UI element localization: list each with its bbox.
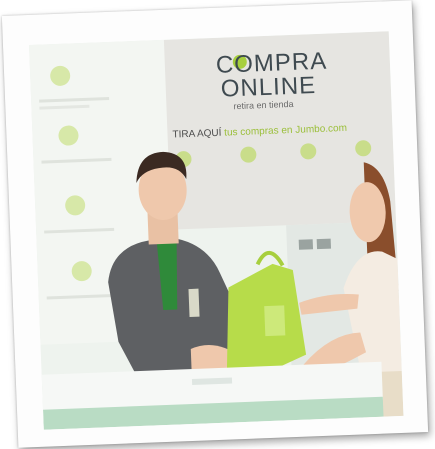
photo-scene [28,31,404,430]
wall-switch [298,239,314,250]
clerk-badge [188,288,200,318]
wall-switch [316,238,332,250]
polaroid-frame: COMPRA ONLINE retira en tienda TIRA AQUÍ… [1,0,429,448]
tagline-prefix: TIRA AQUÍ [172,127,222,141]
photo: COMPRA ONLINE retira en tienda TIRA AQUÍ… [28,31,404,430]
